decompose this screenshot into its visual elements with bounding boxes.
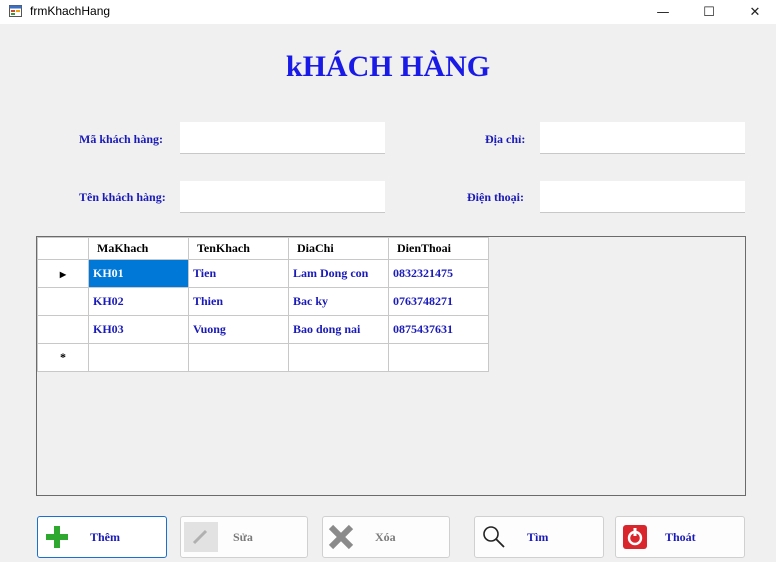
grid-cell[interactable]: Vuong <box>188 315 289 344</box>
label-dia-chi: Địa chỉ: <box>485 132 526 146</box>
thoat-button[interactable]: Thoát <box>615 516 745 558</box>
title-bar: frmKhachHang — ☐ ✕ <box>0 0 776 24</box>
grid-cell[interactable]: Bao dong nai <box>288 315 389 344</box>
grid-cell[interactable]: Tien <box>188 259 289 288</box>
search-icon <box>483 526 505 548</box>
minimize-button[interactable]: — <box>640 0 686 24</box>
row-header[interactable] <box>37 315 89 344</box>
sua-button[interactable]: Sửa <box>180 516 308 558</box>
grid-cell[interactable] <box>188 343 289 372</box>
close-icon: ✕ <box>749 4 761 20</box>
grid-corner-cell[interactable] <box>37 237 89 260</box>
table-row[interactable]: KH03 Vuong Bao dong nai 0875437631 <box>37 315 489 344</box>
window-title: frmKhachHang <box>30 4 111 18</box>
x-icon <box>328 524 354 550</box>
row-header[interactable] <box>37 287 89 316</box>
table-row[interactable]: ▶ KH01 Tien Lam Dong con 0832321475 <box>37 259 489 288</box>
current-row-icon: ▶ <box>59 270 67 279</box>
grid-cell[interactable]: 0763748271 <box>388 287 489 316</box>
maximize-icon: ☐ <box>703 4 715 20</box>
grid-cell[interactable] <box>288 343 389 372</box>
grid-cell[interactable]: 0875437631 <box>388 315 489 344</box>
row-header-new[interactable]: * <box>37 343 89 372</box>
grid-cell[interactable]: KH02 <box>88 287 189 316</box>
form-app-icon <box>9 5 22 17</box>
label-ma-khach-hang: Mã khách hàng: <box>79 132 164 146</box>
maximize-button[interactable]: ☐ <box>686 0 732 24</box>
column-header-makhach[interactable]: MaKhach <box>88 237 189 260</box>
close-button[interactable]: ✕ <box>732 0 776 24</box>
them-button-label: Thêm <box>90 530 120 544</box>
grid-cell[interactable] <box>88 343 189 372</box>
grid-header-row: MaKhach TenKhach DiaChi DienThoai <box>37 237 489 260</box>
row-header-current[interactable]: ▶ <box>37 259 89 288</box>
dia-chi-input[interactable] <box>540 122 745 154</box>
label-ten-khach-hang: Tên khách hàng: <box>79 190 166 204</box>
new-row-icon: * <box>60 350 66 364</box>
xoa-button-label: Xóa <box>375 530 396 544</box>
xoa-button[interactable]: Xóa <box>322 516 450 558</box>
column-header-diachi[interactable]: DiaChi <box>288 237 389 260</box>
grid-cell[interactable]: KH03 <box>88 315 189 344</box>
sua-button-label: Sửa <box>233 530 253 544</box>
ma-khach-hang-input[interactable] <box>180 122 385 154</box>
label-dien-thoai: Điện thoại: <box>467 190 524 204</box>
form-title: kHÁCH HÀNG <box>285 50 491 83</box>
table-row[interactable]: KH02 Thien Bac ky 0763748271 <box>37 287 489 316</box>
grid-cell[interactable]: Bac ky <box>288 287 389 316</box>
column-header-dienthoai[interactable]: DienThoai <box>388 237 489 260</box>
grid-cell[interactable]: Thien <box>188 287 289 316</box>
grid-cell[interactable]: Lam Dong con <box>288 259 389 288</box>
tim-button-label: Tìm <box>527 530 549 544</box>
minimize-icon: — <box>656 4 670 20</box>
tim-button[interactable]: Tìm <box>474 516 604 558</box>
pencil-icon <box>184 522 218 552</box>
dien-thoai-input[interactable] <box>540 181 745 213</box>
new-row[interactable]: * <box>37 343 489 372</box>
thoat-button-label: Thoát <box>665 530 696 544</box>
ten-khach-hang-input[interactable] <box>180 181 385 213</box>
them-button[interactable]: Thêm <box>37 516 167 558</box>
grid-cell[interactable]: 0832321475 <box>388 259 489 288</box>
customer-data-grid[interactable]: MaKhach TenKhach DiaChi DienThoai ▶ KH01… <box>36 236 746 496</box>
grid-cell[interactable]: KH01 <box>88 259 189 288</box>
plus-icon <box>46 526 68 548</box>
column-header-tenkhach[interactable]: TenKhach <box>188 237 289 260</box>
customer-table: MaKhach TenKhach DiaChi DienThoai ▶ KH01… <box>37 237 489 372</box>
exit-icon <box>623 525 647 549</box>
grid-cell[interactable] <box>388 343 489 372</box>
